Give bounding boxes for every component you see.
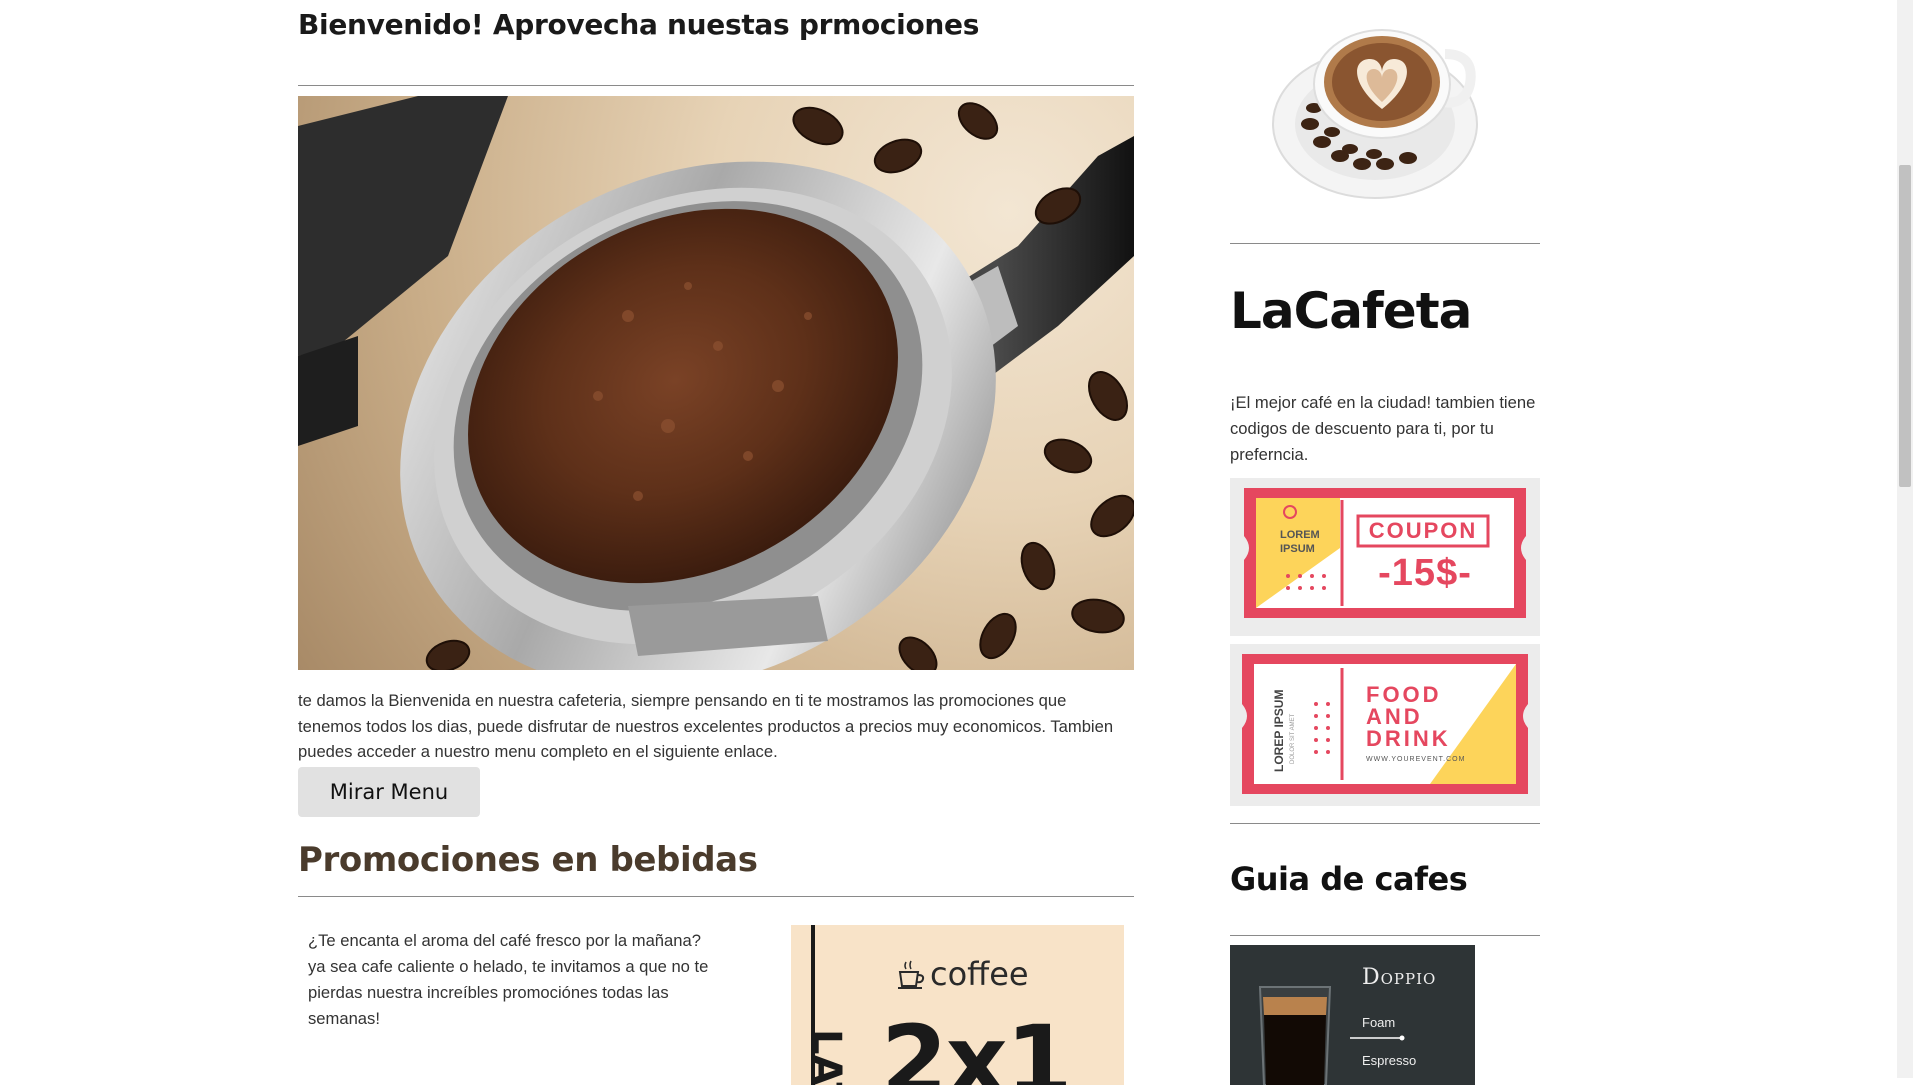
- doppio-title: Doppio: [1362, 965, 1437, 990]
- promo-card-brand: coffee: [930, 955, 1029, 993]
- latte-cup-image: [1272, 29, 1478, 199]
- divider: [1230, 935, 1540, 936]
- doppio-guide-image: Doppio Foam Espresso: [1230, 945, 1475, 1085]
- divider: [1230, 243, 1540, 244]
- doppio-glass-graphic: [1258, 986, 1405, 1085]
- doppio-label-foam: Foam: [1362, 1015, 1396, 1030]
- coupon-2-url: WWW.YOUREVENT.COM: [1366, 756, 1466, 763]
- coffee-guide-title: Guia de cafes: [1230, 860, 1468, 898]
- promo-paragraph: ¿Te encanta el aroma del café fresco por…: [308, 931, 709, 1028]
- hero-image-coffee-portafilter: [298, 96, 1134, 670]
- coupon-15-image: LOREM IPSUM COUPON -15$-: [1230, 478, 1540, 636]
- coupon-food-and-drink-image: LOREP IPSUM DOLOR SIT AMET FOOD AND DRIN…: [1230, 644, 1540, 806]
- sidebar-tagline: ¡El mejor café en la ciudad! tambien tie…: [1230, 393, 1536, 464]
- coupon-2-title-line: AND: [1366, 704, 1423, 729]
- coupon-2-side-subtext: DOLOR SIT AMET: [1290, 713, 1296, 764]
- welcome-title: Bienvenido! Aprovecha nuestas prmociones: [298, 8, 980, 41]
- promo-2x1-latte-image: coffee LAT 2x1: [791, 925, 1124, 1085]
- divider: [1230, 823, 1540, 824]
- coffee-cup-icon: [898, 960, 925, 989]
- promo-card-deal: 2x1: [881, 1005, 1073, 1085]
- promo-section-title: Promociones en bebidas: [298, 840, 758, 880]
- doppio-label-espresso: Espresso: [1362, 1053, 1417, 1068]
- scrollbar-track[interactable]: [1897, 0, 1913, 1078]
- view-menu-button[interactable]: Mirar Menu: [298, 767, 480, 817]
- divider: [298, 896, 1134, 897]
- coupon-2-side-text: LOREP IPSUM: [1272, 689, 1286, 772]
- scrollbar-thumb[interactable]: [1899, 165, 1911, 487]
- coupon-1-title: COUPON: [1368, 518, 1478, 543]
- coupon-2-title-line: FOOD: [1366, 682, 1442, 707]
- promo-card-side-text: LAT: [803, 1029, 849, 1085]
- intro-paragraph: te damos la Bienvenida en nuestra cafete…: [298, 691, 1114, 761]
- divider: [298, 85, 1134, 86]
- coupon-1-amount: -15$-: [1378, 552, 1472, 594]
- coupon-2-title-line: DRINK: [1366, 726, 1451, 751]
- coupon-1-small-text: LOREM IPSUM: [1280, 529, 1320, 555]
- brand-name: LaCafeta: [1230, 282, 1472, 340]
- coupon-2-title: FOOD AND DRINK: [1366, 684, 1451, 750]
